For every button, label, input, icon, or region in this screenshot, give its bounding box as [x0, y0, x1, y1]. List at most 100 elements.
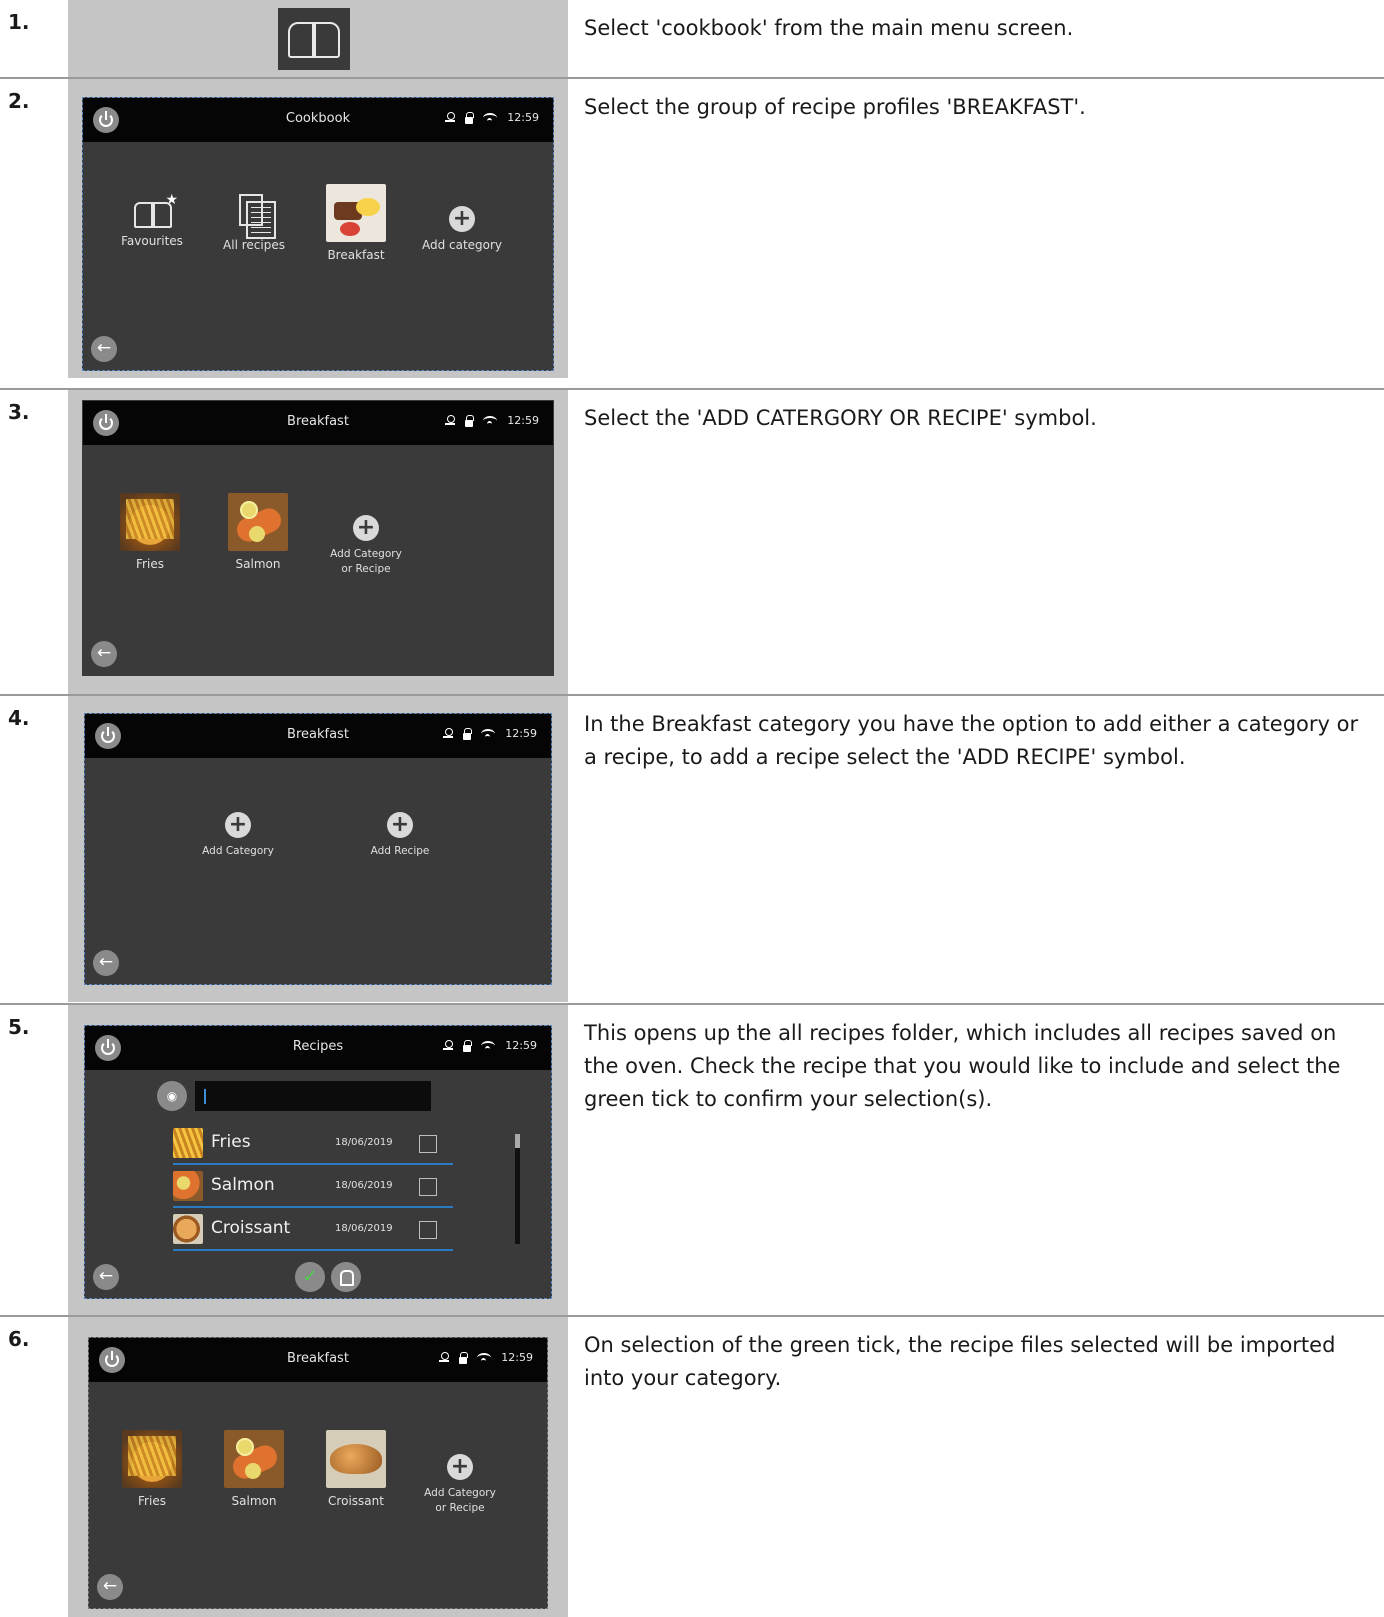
- tile-salmon[interactable]: Salmon: [209, 1430, 299, 1509]
- salmon-image: [224, 1430, 284, 1488]
- tile-fries[interactable]: Fries: [105, 493, 195, 572]
- tile-label: Breakfast: [327, 248, 385, 262]
- chef-hat-icon[interactable]: [331, 1262, 361, 1292]
- list-item[interactable]: Fries 18/06/2019: [173, 1122, 453, 1165]
- step-row-5: 5. Recipes 12:59 ◉ Fries 18/06/2019 Salm…: [0, 1005, 1384, 1315]
- recipes-screen: Recipes 12:59 ◉ Fries 18/06/2019 Salmon …: [84, 1025, 552, 1299]
- recipe-name: Fries: [211, 1132, 251, 1152]
- tile-favourites[interactable]: ★ Favourites: [107, 192, 197, 249]
- clock: 12:59: [505, 727, 537, 740]
- back-arrow-icon[interactable]: ←: [97, 1574, 123, 1600]
- breakfast-image: [326, 184, 386, 242]
- status-bar: 12:59: [439, 1351, 533, 1364]
- top-bar: Breakfast 12:59: [83, 401, 553, 445]
- wifi-icon: [481, 728, 496, 739]
- user-icon: [439, 1352, 450, 1363]
- tile-add-category[interactable]: + Add Category: [193, 812, 283, 859]
- tile-add-category[interactable]: + Add category: [417, 206, 507, 253]
- user-icon: [445, 415, 456, 426]
- croissant-image: [326, 1430, 386, 1488]
- breakfast-add-screen: Breakfast 12:59 + Add Category + Add Rec…: [84, 713, 552, 985]
- user-icon: [443, 728, 454, 739]
- recipe-list: Fries 18/06/2019 Salmon 18/06/2019 Crois…: [173, 1122, 453, 1251]
- tile-fries[interactable]: Fries: [107, 1430, 197, 1509]
- cookbook-icon[interactable]: [278, 8, 350, 70]
- step-image: Breakfast 12:59 + Add Category + Add Rec…: [68, 696, 568, 1002]
- step-row-6: 6. Breakfast 12:59 Fries Salmon Croissan…: [0, 1317, 1384, 1617]
- recipe-name: Croissant: [211, 1218, 291, 1238]
- step-image: Recipes 12:59 ◉ Fries 18/06/2019 Salmon …: [68, 1005, 568, 1315]
- status-bar: 12:59: [443, 727, 537, 740]
- tile-croissant[interactable]: Croissant: [311, 1430, 401, 1509]
- step-image: Breakfast 12:59 Fries Salmon Croissant +…: [68, 1317, 568, 1617]
- plus-icon: +: [353, 515, 379, 541]
- step-text: Select the 'ADD CATERGORY OR RECIPE' sym…: [584, 406, 1097, 430]
- list-item[interactable]: Croissant 18/06/2019: [173, 1208, 453, 1251]
- step-row-2: 2. Cookbook 12:59 ★ Favourites All recip…: [0, 79, 1384, 379]
- step-row-1: 1. Select 'cookbook' from the main menu …: [0, 0, 1384, 78]
- plus-icon: +: [387, 812, 413, 838]
- top-bar: Cookbook 12:59: [83, 98, 553, 142]
- tile-label: Favourites: [121, 234, 183, 248]
- clock: 12:59: [507, 111, 539, 124]
- status-bar: 12:59: [443, 1039, 537, 1052]
- tile-label: Salmon: [231, 1494, 277, 1508]
- search-input[interactable]: [195, 1081, 431, 1111]
- tile-label: Add Category or Recipe: [424, 1487, 496, 1514]
- croissant-thumbnail: [173, 1214, 203, 1244]
- status-bar: 12:59: [445, 111, 539, 124]
- scrollbar[interactable]: [515, 1134, 520, 1244]
- clock: 12:59: [507, 414, 539, 427]
- wifi-search-icon[interactable]: ◉: [157, 1081, 187, 1111]
- top-bar: Recipes 12:59: [85, 1026, 551, 1070]
- user-icon: [445, 112, 456, 123]
- lock-icon: [463, 1040, 473, 1052]
- back-arrow-icon[interactable]: ←: [91, 336, 117, 362]
- salmon-thumbnail: [173, 1171, 203, 1201]
- tile-breakfast[interactable]: Breakfast: [311, 184, 401, 263]
- step-text: Select 'cookbook' from the main menu scr…: [584, 16, 1074, 40]
- step-image: Cookbook 12:59 ★ Favourites All recipes …: [68, 79, 568, 378]
- breakfast-result-screen: Breakfast 12:59 Fries Salmon Croissant +…: [88, 1337, 548, 1609]
- tile-add-category-or-recipe[interactable]: + Add Category or Recipe: [415, 1454, 505, 1516]
- step-number: 3.: [8, 400, 30, 424]
- tile-label: Croissant: [328, 1494, 384, 1508]
- tile-label: All recipes: [223, 238, 285, 252]
- step-image: [68, 0, 568, 78]
- wifi-icon: [477, 1352, 492, 1363]
- fries-image: [122, 1430, 182, 1488]
- fries-thumbnail: [173, 1128, 203, 1158]
- lock-icon: [459, 1352, 469, 1364]
- step-row-4: 4. Breakfast 12:59 + Add Category + Add …: [0, 696, 1384, 1002]
- recipe-checkbox[interactable]: [419, 1135, 437, 1153]
- step-number: 1.: [8, 10, 30, 34]
- tile-add-recipe[interactable]: + Add Recipe: [355, 812, 445, 859]
- plus-icon: +: [225, 812, 251, 838]
- back-arrow-icon[interactable]: ←: [93, 950, 119, 976]
- list-item[interactable]: Salmon 18/06/2019: [173, 1165, 453, 1208]
- fries-image: [120, 493, 180, 551]
- top-bar: Breakfast 12:59: [85, 714, 551, 758]
- tile-add-category-or-recipe[interactable]: + Add Category or Recipe: [321, 515, 411, 577]
- breakfast-screen: Breakfast 12:59 Fries Salmon + Add Categ…: [82, 400, 554, 676]
- text-caret: [204, 1089, 206, 1104]
- recipe-name: Salmon: [211, 1175, 275, 1195]
- plus-icon: +: [449, 206, 475, 232]
- tile-label: Fries: [136, 557, 164, 571]
- clock: 12:59: [505, 1039, 537, 1052]
- tile-all-recipes[interactable]: All recipes: [209, 194, 299, 253]
- recipe-checkbox[interactable]: [419, 1221, 437, 1239]
- recipe-checkbox[interactable]: [419, 1178, 437, 1196]
- clock: 12:59: [501, 1351, 533, 1364]
- tile-label: Salmon: [235, 557, 281, 571]
- all-recipes-icon: [239, 194, 276, 239]
- step-number: 6.: [8, 1327, 30, 1351]
- plus-icon: +: [447, 1454, 473, 1480]
- back-arrow-icon[interactable]: ←: [91, 641, 117, 667]
- tile-salmon[interactable]: Salmon: [213, 493, 303, 572]
- wifi-icon: [481, 1040, 496, 1051]
- confirm-tick-button[interactable]: ✓: [295, 1262, 325, 1292]
- back-arrow-icon[interactable]: ←: [93, 1264, 119, 1290]
- step-text: Select the group of recipe profiles 'BRE…: [584, 95, 1086, 119]
- step-number: 5.: [8, 1015, 30, 1039]
